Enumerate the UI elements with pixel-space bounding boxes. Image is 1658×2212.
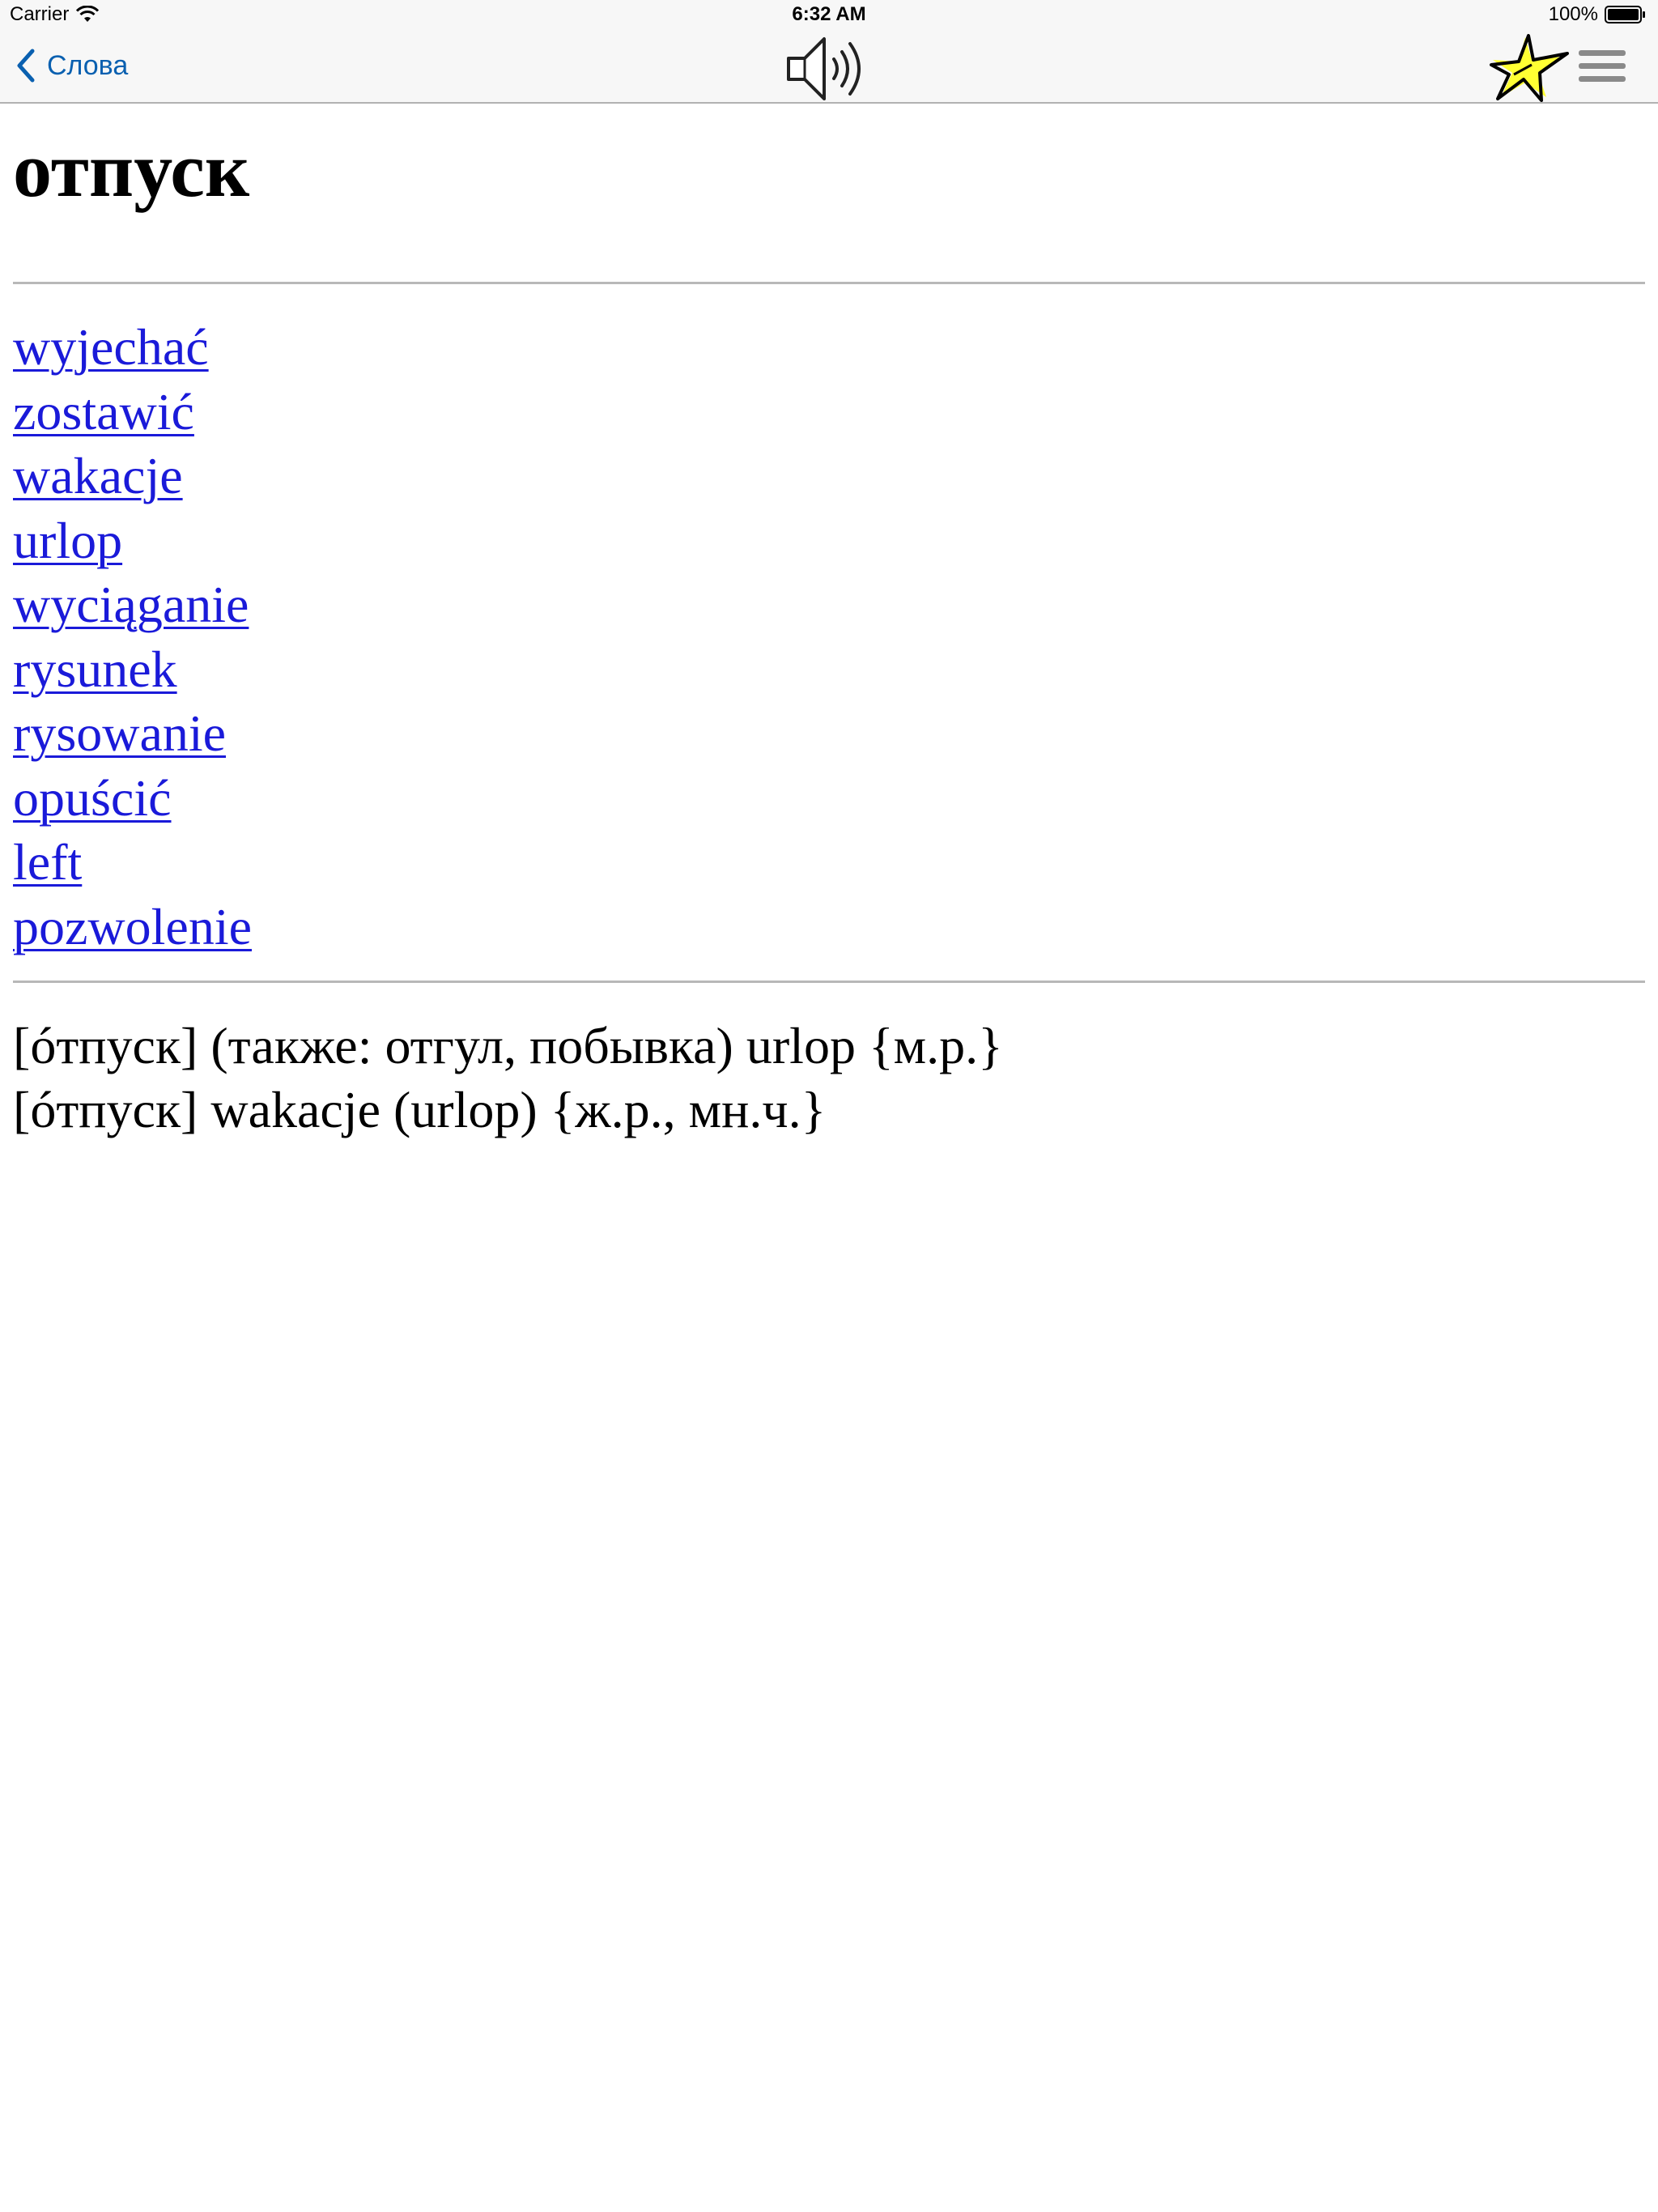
list-item: zostawić [13,380,252,445]
list-item: pozwolenie [13,895,252,959]
battery-percent: 100% [1548,3,1598,25]
related-link[interactable]: left [13,833,82,891]
star-icon[interactable] [1490,32,1571,102]
definition-line: [óтпуск] wakacje (urlop) {ж.р., мн.ч.} [13,1081,827,1138]
list-item: wyciąganie [13,572,252,637]
related-link[interactable]: wyjechać [13,318,209,376]
related-link[interactable]: wakacje [13,447,183,504]
related-link[interactable]: wyciąganie [13,576,249,633]
chevron-left-icon [17,49,35,83]
list-item: opuścić [13,766,252,831]
list-item: wakacje [13,444,252,508]
list-item: wyjechać [13,315,252,380]
back-button[interactable]: Слова [16,49,128,83]
related-link[interactable]: rysowanie [13,704,226,762]
list-item: urlop [13,508,252,573]
navigation-bar: Слова [0,32,1658,104]
divider-bottom [13,981,1645,983]
related-link[interactable]: urlop [13,512,122,569]
status-time: 6:32 AM [792,3,866,25]
related-links-list: wyjechać zostawić wakacje urlop wyciągan… [13,315,252,959]
status-bar: Carrier 6:32 AM 100% [0,0,1658,32]
definition-line: [óтпуск] (также: отгул, побывка) urlop {… [13,1017,1003,1074]
speaker-icon[interactable] [785,32,874,105]
list-item: rysowanie [13,701,252,766]
list-item: rysunek [13,637,252,702]
definitions-block: [óтпуск] (также: отгул, побывка) urlop {… [13,1014,1003,1142]
headword-title: отпуск [13,126,250,213]
back-button-label: Слова [47,49,129,81]
divider-top [13,282,1645,284]
related-link[interactable]: pozwolenie [13,898,252,955]
list-item: left [13,830,252,895]
related-link[interactable]: rysunek [13,640,177,698]
related-link[interactable]: opuścić [13,769,172,827]
battery-indicator: 100% [1549,3,1647,26]
related-link[interactable]: zostawić [13,383,194,440]
battery-icon [1605,6,1645,23]
hamburger-menu-icon[interactable] [1577,49,1627,84]
